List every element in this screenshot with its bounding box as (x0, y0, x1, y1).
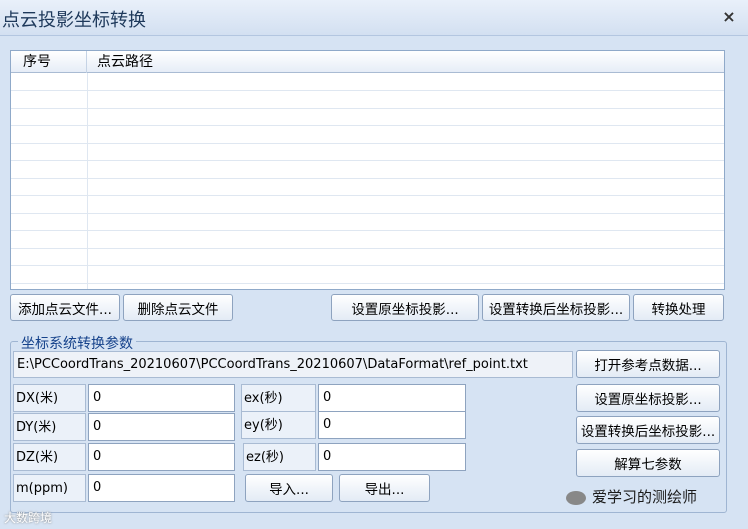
m-label: m(ppm) (13, 474, 86, 502)
close-icon[interactable]: × (718, 6, 740, 28)
dz-label: DZ(米) (13, 443, 86, 471)
set-target-projection-button[interactable]: 设置转换后坐标投影... (482, 294, 630, 321)
list-row-line (11, 90, 724, 91)
dz-input[interactable]: 0 (88, 443, 235, 471)
set-source-projection-button[interactable]: 设置原坐标投影... (331, 294, 479, 321)
list-row-line (11, 177, 724, 179)
watermark-right-text: 爱学习的测绘师 (592, 488, 698, 506)
list-row-line (11, 195, 724, 196)
dx-input[interactable]: 0 (88, 384, 235, 412)
ex-input[interactable]: 0 (318, 384, 466, 412)
ez-input[interactable]: 0 (318, 443, 466, 471)
list-row-line (11, 212, 724, 214)
m-input[interactable]: 0 (88, 474, 235, 502)
ex-label: ex(秒) (241, 384, 316, 412)
convert-button[interactable]: 转换处理 (633, 294, 724, 321)
wechat-icon (566, 490, 586, 505)
window-title: 点云投影坐标转换 (2, 10, 146, 31)
list-header: 序号 点云路径 (11, 51, 724, 73)
point-cloud-list[interactable]: 序号 点云路径 (10, 50, 725, 290)
watermark-right: 爱学习的测绘师 (566, 486, 697, 507)
column-divider (87, 73, 88, 289)
export-button[interactable]: 导出... (339, 474, 430, 502)
solve-seven-params-button[interactable]: 解算七参数 (576, 449, 720, 477)
column-header-index[interactable]: 序号 (11, 51, 87, 73)
list-row-line (11, 265, 724, 266)
open-reference-data-button[interactable]: 打开参考点数据... (576, 350, 720, 378)
ez-label: ez(秒) (243, 443, 316, 471)
list-row-line (11, 230, 724, 231)
dy-label: DY(米) (13, 413, 86, 441)
list-row-line (11, 282, 724, 284)
ey-label: ey(秒) (241, 411, 316, 439)
list-row-line (11, 160, 724, 161)
list-row-line (11, 125, 724, 126)
add-point-cloud-button[interactable]: 添加点云文件... (10, 294, 120, 321)
list-row-line (11, 142, 724, 144)
list-row-line (11, 247, 724, 249)
column-header-path[interactable]: 点云路径 (87, 51, 387, 73)
reference-point-path-field[interactable]: E:\PCCoordTrans_20210607\PCCoordTrans_20… (13, 351, 573, 378)
ey-input[interactable]: 0 (318, 411, 466, 439)
list-row-line (11, 107, 724, 109)
import-button[interactable]: 导入... (245, 474, 333, 502)
set-source-projection-button-2[interactable]: 设置原坐标投影... (576, 384, 720, 412)
title-bar: 点云投影坐标转换 × (0, 0, 748, 36)
watermark-left-text: 大数跨境 (4, 511, 53, 525)
group-legend: 坐标系统转换参数 (18, 333, 136, 353)
set-target-projection-button-2[interactable]: 设置转换后坐标投影... (576, 416, 720, 444)
dx-label: DX(米) (13, 384, 86, 412)
watermark-left: 大数跨境 (4, 509, 52, 526)
dy-input[interactable]: 0 (88, 413, 235, 441)
delete-point-cloud-button[interactable]: 删除点云文件 (123, 294, 233, 321)
